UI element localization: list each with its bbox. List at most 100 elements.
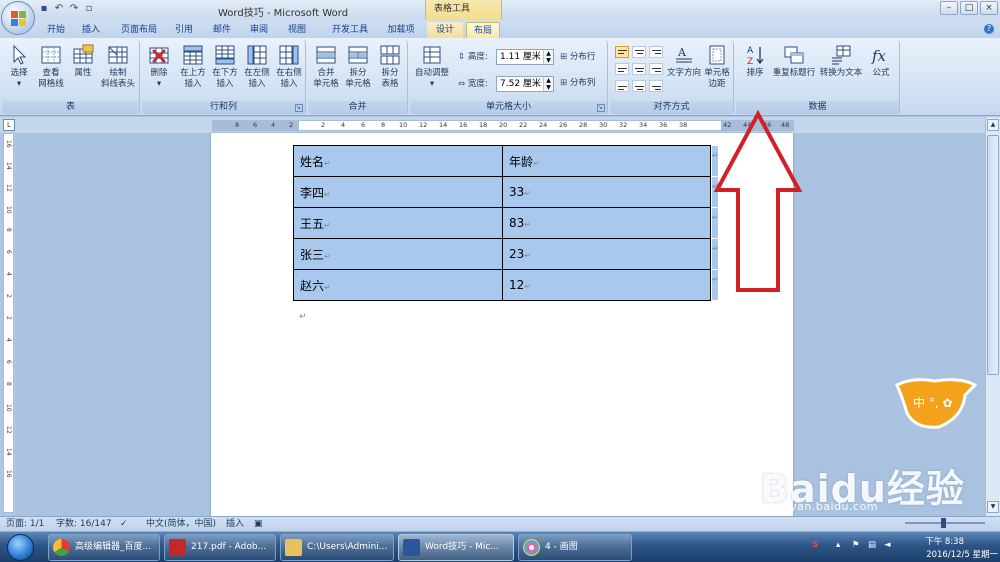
tab-home[interactable]: 开始 [40,22,72,38]
network-icon[interactable]: ▤ [868,540,876,550]
width-spinner-icon[interactable]: ▲ ▼ [543,77,553,91]
select-button[interactable]: 选择 ▾ [4,42,34,98]
draw-diagonal-header-button[interactable]: 绘制 斜线表头 [100,42,136,98]
table-cell[interactable]: 33↵ [502,176,711,208]
clock-time[interactable]: 下午 8:38 [925,535,964,547]
tab-design[interactable]: 设计 [427,22,463,38]
cell-size-launcher-icon[interactable]: ↘ [597,104,605,112]
undo-icon[interactable]: ↶ [53,3,65,15]
text-direction-button[interactable]: A 文字方向 [666,42,702,98]
split-cells-button[interactable]: 拆分 单元格 [343,42,373,98]
taskbar-item-explorer[interactable]: C:\Users\Admini... [280,534,394,561]
taskbar-item-chrome[interactable]: 高级编辑器_百度... [48,534,160,561]
align-bottom-right-icon[interactable] [649,80,663,92]
table-cell[interactable]: 83↵ [502,207,711,239]
sogou-ime-icon[interactable]: S [812,540,818,550]
word-count[interactable]: 字数: 16/147 [56,517,112,531]
merge-cells-button[interactable]: 合并 单元格 [311,42,341,98]
tab-insert[interactable]: 插入 [76,22,106,38]
align-top-right-icon[interactable] [649,46,663,58]
rows-columns-launcher-icon[interactable]: ↘ [295,104,303,112]
table-cell[interactable]: 23↵ [502,238,711,270]
table-row: 李四↵ 33↵ [293,176,711,208]
save-icon[interactable]: ▪ [38,3,50,15]
align-top-left-icon[interactable] [615,46,629,58]
tab-layout[interactable]: 布局 [466,22,500,38]
horizontal-ruler[interactable]: 8 6 4 2 2 4 6 8 10 12 14 16 18 20 22 24 … [212,120,794,131]
table-cell[interactable]: 姓名↵ [293,145,503,177]
table-properties-button[interactable]: 属性 [68,42,98,98]
tab-view[interactable]: 视图 [283,22,311,38]
clock-date[interactable]: 2016/12/5 星期一 [926,548,998,560]
group-merge: 合并 单元格 拆分 单元格 拆分 表格 合并 [308,40,408,114]
minimize-button[interactable]: – [940,1,958,15]
proofing-icon[interactable]: ✓ [120,517,128,531]
zoom-slider[interactable] [905,518,985,528]
scrollbar-thumb[interactable] [987,135,999,375]
distribute-columns-button[interactable]: ⊞ 分布列 [560,74,595,92]
align-middle-center-icon[interactable] [632,63,646,75]
scroll-down-icon[interactable]: ▼ [987,501,999,513]
page-count[interactable]: 页面: 1/1 [6,517,44,531]
height-input[interactable]: 1.11 厘米 ▲ ▼ [496,49,554,65]
vertical-scrollbar[interactable]: ▲ ▼ [985,117,1000,516]
table-cell[interactable]: 12↵ [502,269,711,301]
autofit-button[interactable]: 自动调整 ▾ [413,42,451,98]
table-cell[interactable]: 张三↵ [293,238,503,270]
office-button[interactable] [1,1,35,35]
insert-right-button[interactable]: 在右侧 插入 [274,42,304,98]
repeat-header-rows-button[interactable]: 重复标题行 [772,42,816,98]
macro-record-icon[interactable]: ▣ [254,517,263,531]
table-cell[interactable]: 年龄↵ [502,145,711,177]
align-bottom-left-icon[interactable] [615,80,629,92]
folder-icon [285,539,302,556]
width-input[interactable]: 7.52 厘米 ▲ ▼ [496,76,554,92]
split-table-button[interactable]: 拆分 表格 [375,42,405,98]
start-button[interactable] [4,532,38,562]
height-spinner-icon[interactable]: ▲ ▼ [543,50,553,64]
volume-icon[interactable]: ◄ [884,540,891,550]
tab-references[interactable]: 引用 [170,22,198,38]
tab-addins[interactable]: 加载项 [381,22,421,38]
distribute-rows-button[interactable]: ⊞ 分布行 [560,48,595,66]
align-middle-right-icon[interactable] [649,63,663,75]
scroll-up-icon[interactable]: ▲ [987,119,999,131]
formula-button[interactable]: fx 公式 [866,42,896,98]
align-bottom-center-icon[interactable] [632,80,646,92]
insert-left-button[interactable]: 在左侧 插入 [242,42,272,98]
taskbar-item-paint[interactable]: 4 - 画图 [518,534,632,561]
delete-button[interactable]: 删除 ▾ [144,42,174,98]
tab-page-layout[interactable]: 页面布局 [114,22,164,38]
document-table[interactable]: 姓名↵ 年龄↵ 李四↵ 33↵ 王五↵ 83↵ 张三↵ 23↵ 赵六↵ 12↵ [293,145,711,301]
tab-mailings[interactable]: 邮件 [208,22,236,38]
tab-selector-icon[interactable]: L [3,119,15,131]
taskbar-item-word[interactable]: Word技巧 - Mic... [398,534,514,561]
diagonal-header-icon [108,46,128,64]
view-gridlines-button[interactable]: 查看 网格线 [36,42,66,98]
help-icon[interactable]: ? [984,24,994,34]
vertical-ruler[interactable]: 16 14 12 10 8 6 4 2 2 4 6 8 10 12 14 16 [3,133,14,513]
restore-button[interactable]: □ [960,1,978,15]
convert-to-text-button[interactable]: 转换为文本 [818,42,864,98]
taskbar-item-adobe[interactable]: 217.pdf - Adob... [164,534,276,561]
redo-icon[interactable]: ↷ [68,3,80,15]
tab-review[interactable]: 审阅 [245,22,273,38]
align-middle-left-icon[interactable] [615,63,629,75]
insert-above-button[interactable]: 在上方 插入 [178,42,208,98]
cell-margins-button[interactable]: 单元格 边距 [702,42,732,98]
quickprint-icon[interactable]: ▫ [83,3,95,15]
table-cell[interactable]: 李四↵ [293,176,503,208]
close-button[interactable]: × [980,1,998,15]
insert-below-button[interactable]: 在下方 插入 [210,42,240,98]
sort-button[interactable]: AZ 排序 [740,42,770,98]
action-center-icon[interactable]: ⚑ [852,540,860,550]
table-cell[interactable]: 王五↵ [293,207,503,239]
table-cell[interactable]: 赵六↵ [293,269,503,301]
tab-developer[interactable]: 开发工具 [327,22,373,38]
align-top-center-icon[interactable] [632,46,646,58]
tray-arrow-icon[interactable]: ▴ [836,540,840,550]
zoom-slider-thumb[interactable] [941,518,946,528]
language-indicator[interactable]: 中文(简体，中国) [146,517,216,531]
insert-mode-indicator[interactable]: 插入 [226,517,244,531]
ime-toolbar[interactable]: 中 °, ✿ [893,377,977,431]
